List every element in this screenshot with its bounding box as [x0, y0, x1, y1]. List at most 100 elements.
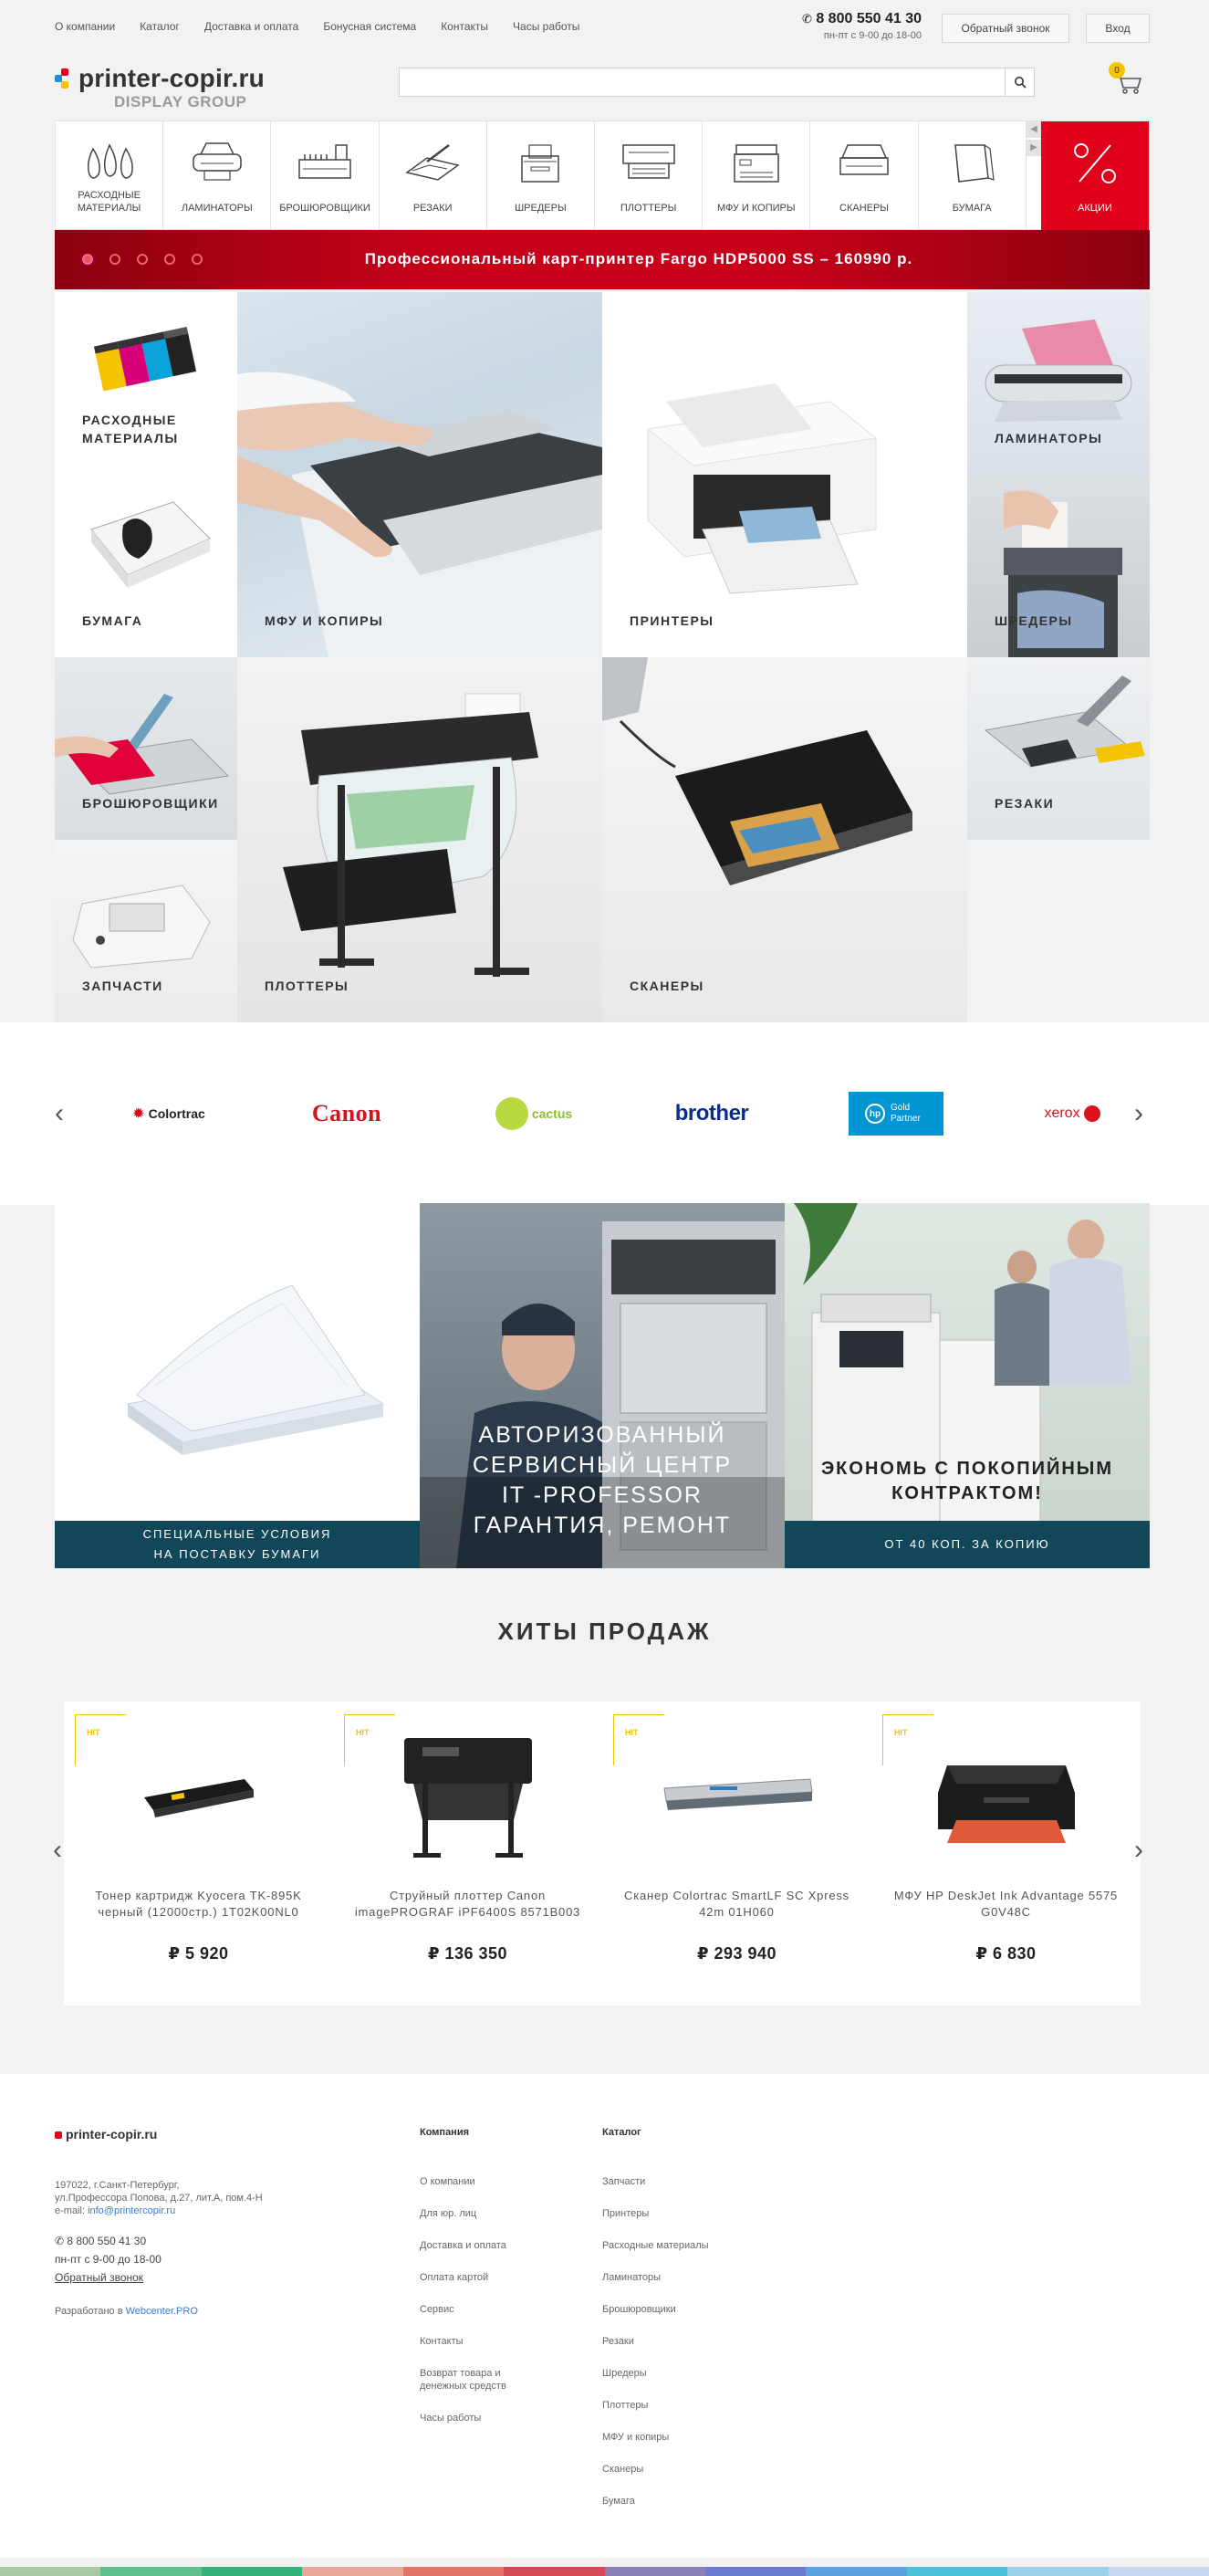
category-binders[interactable]: БРОШЮРОВЩИКИ: [271, 121, 380, 231]
nav-bonus[interactable]: Бонусная система: [323, 20, 416, 33]
promo-blocks: СПЕЦИАЛЬНЫЕ УСЛОВИЯ НА ПОСТАВКУ БУМАГИ А…: [55, 1203, 1150, 1568]
footer-link[interactable]: Бумага: [602, 2496, 635, 2507]
tile-cutters[interactable]: РЕЗАКИ: [967, 657, 1150, 840]
footer-callback-link[interactable]: Обратный звонок: [55, 2271, 143, 2284]
footer-link[interactable]: МФУ и копиры: [602, 2432, 669, 2443]
footer-link[interactable]: Оплата картой: [420, 2272, 488, 2283]
category-label: ШРЕДЕРЫ: [515, 203, 567, 214]
category-paper[interactable]: БУМАГА: [919, 121, 1027, 231]
category-label: МФУ И КОПИРЫ: [716, 203, 796, 214]
tile-label: СКАНЕРЫ: [630, 979, 704, 993]
category-laminators[interactable]: ЛАМИНАТОРЫ: [163, 121, 272, 231]
category-consumables[interactable]: РАСХОДНЫЕ МАТЕРИАЛЫ: [56, 121, 164, 231]
brand-hp[interactable]: hp Gold Partner: [849, 1092, 943, 1136]
cart-button[interactable]: 0: [1109, 62, 1145, 99]
product-card[interactable]: HIT Тонер картридж Kyocera TK-895K черны…: [64, 1702, 333, 2005]
footer-link[interactable]: Сканеры: [602, 2464, 643, 2475]
brand-xerox[interactable]: xerox: [1031, 1092, 1113, 1136]
toner-cartridge-image: [143, 1779, 254, 1817]
tile-parts[interactable]: ЗАПЧАСТИ: [55, 840, 237, 1022]
category-label: ЛАМИНАТОРЫ: [181, 203, 253, 214]
product-image: [333, 1729, 602, 1866]
login-button[interactable]: Вход: [1086, 14, 1150, 43]
tile-laminators[interactable]: ЛАМИНАТОРЫ: [967, 292, 1150, 475]
footer-logo[interactable]: printer-copir.ru: [55, 2127, 157, 2141]
tile-binders[interactable]: БРОШЮРОВЩИКИ: [55, 657, 237, 840]
product-card[interactable]: HIT Струйный плоттер Canon imagePROGRAF …: [333, 1702, 602, 2005]
footer-link[interactable]: Резаки: [602, 2336, 634, 2347]
promo-paper[interactable]: СПЕЦИАЛЬНЫЕ УСЛОВИЯ НА ПОСТАВКУ БУМАГИ: [55, 1203, 420, 1568]
header-phone[interactable]: ✆ 8 800 550 41 30: [794, 11, 922, 27]
tile-consumables[interactable]: РАСХОДНЫЕ МАТЕРИАЛЫ: [55, 292, 237, 475]
search-input[interactable]: [400, 68, 1002, 96]
nav-contacts[interactable]: Контакты: [441, 20, 488, 33]
printer-photo: [646, 383, 878, 594]
nav-delivery[interactable]: Доставка и оплата: [204, 20, 299, 33]
nav-hours[interactable]: Часы работы: [513, 20, 579, 33]
brands-prev-icon[interactable]: ‹: [55, 1098, 64, 1129]
scroll-down-icon[interactable]: ▶: [1027, 140, 1041, 156]
promo-contract[interactable]: ЭКОНОМЬ С ПОКОПИЙНЫМ КОНТРАКТОМ! ОТ 40 К…: [785, 1203, 1150, 1568]
ink-cartridges-image: [93, 326, 197, 392]
footer-link[interactable]: Расходные материалы: [602, 2240, 709, 2251]
consumables-icon: [87, 143, 133, 179]
footer-email-link[interactable]: info@printercopir.ru: [88, 2205, 175, 2216]
footer-link[interactable]: Возврат товара и: [420, 2368, 501, 2379]
promo-banner[interactable]: Профессиональный карт-принтер Fargo HDP5…: [55, 230, 1150, 289]
category-shredders[interactable]: ШРЕДЕРЫ: [487, 121, 596, 231]
hits-next-icon[interactable]: ›: [1134, 1835, 1143, 1866]
category-cutters[interactable]: РЕЗАКИ: [380, 121, 487, 231]
product-name: МФУ HP DeskJet Ink Advantage 5575 G0V48C: [893, 1889, 1119, 1919]
product-name: Струйный плоттер Canon imagePROGRAF iPF6…: [354, 1889, 581, 1919]
callback-button[interactable]: Обратный звонок: [942, 14, 1069, 43]
brands-next-icon[interactable]: ›: [1134, 1098, 1143, 1129]
footer-link[interactable]: Ламинаторы: [602, 2272, 661, 2283]
footer-link[interactable]: Сервис: [420, 2304, 454, 2315]
footer-link[interactable]: Запчасти: [602, 2176, 645, 2187]
nav-about[interactable]: О компании: [55, 20, 115, 33]
footer-phone[interactable]: ✆ 8 800 550 41 30: [55, 2235, 146, 2247]
promo-service[interactable]: АВТОРИЗОВАННЫЙ СЕРВИСНЫЙ ЦЕНТР IT -PROFE…: [420, 1203, 785, 1568]
scroll-up-icon[interactable]: ◀: [1027, 121, 1041, 138]
tile-shredders[interactable]: ШРЕДЕРЫ: [967, 475, 1150, 657]
product-price: ₽ 136 350: [427, 1944, 508, 1963]
logo-name: printer-copir.ru: [78, 64, 265, 92]
brands-carousel: ‹ ✹ Colortrac Canon cactus brother hp Go…: [0, 1022, 1209, 1205]
plotter-image: [403, 1738, 532, 1858]
tile-plotters[interactable]: ПЛОТТЕРЫ: [237, 657, 602, 1022]
footer-color-strip: [0, 2567, 1209, 2576]
footer-link[interactable]: Часы работы: [420, 2413, 481, 2424]
footer-link[interactable]: денежных средств: [420, 2381, 506, 2392]
footer-link[interactable]: Брошюровщики: [602, 2304, 676, 2315]
tile-printers[interactable]: ПРИНТЕРЫ: [602, 292, 967, 657]
developer-link[interactable]: Webcenter.PRO: [126, 2306, 198, 2317]
hits-carousel: HIT Тонер картридж Kyocera TK-895K черны…: [64, 1702, 1141, 2005]
footer-link[interactable]: Шредеры: [602, 2368, 647, 2379]
category-scanners[interactable]: СКАНЕРЫ: [810, 121, 919, 231]
footer-link[interactable]: Доставка и оплата: [420, 2240, 506, 2251]
top-navigation: О компании Каталог Доставка и оплата Бон…: [55, 20, 579, 33]
footer-link[interactable]: О компании: [420, 2176, 475, 2187]
category-mfp[interactable]: МФУ И КОПИРЫ: [703, 121, 811, 231]
header-hours: пн-пт с 9-00 до 18-00: [823, 30, 922, 41]
footer-link[interactable]: Плоттеры: [602, 2400, 648, 2411]
nav-catalog[interactable]: Каталог: [140, 20, 180, 33]
tile-mfp[interactable]: МФУ И КОПИРЫ: [237, 292, 602, 657]
paper-sheets-image: [126, 1284, 385, 1455]
hits-prev-icon[interactable]: ‹: [53, 1835, 62, 1866]
tile-scanners[interactable]: СКАНЕРЫ: [602, 657, 967, 1022]
category-promotions[interactable]: АКЦИИ: [1040, 121, 1150, 231]
footer-link[interactable]: Для юр. лиц: [420, 2208, 476, 2219]
brand-canon[interactable]: Canon: [292, 1092, 401, 1136]
category-plotters[interactable]: ПЛОТТЕРЫ: [595, 121, 704, 231]
footer-link[interactable]: Принтеры: [602, 2208, 649, 2219]
brand-colortrac[interactable]: ✹ Colortrac: [119, 1092, 219, 1136]
footer-link[interactable]: Контакты: [420, 2336, 464, 2347]
brand-brother[interactable]: brother: [657, 1092, 766, 1136]
brand-cactus[interactable]: cactus: [484, 1092, 584, 1136]
product-card[interactable]: HIT Сканер Colortrac SmartLF SC Xpress 4…: [602, 1702, 871, 2005]
category-label: СКАНЕРЫ: [839, 203, 890, 214]
product-card[interactable]: HIT МФУ HP DeskJet Ink Advantage 5575 G0…: [871, 1702, 1141, 2005]
tile-paper[interactable]: БУМАГА: [55, 475, 237, 657]
search-button[interactable]: [1005, 68, 1034, 96]
